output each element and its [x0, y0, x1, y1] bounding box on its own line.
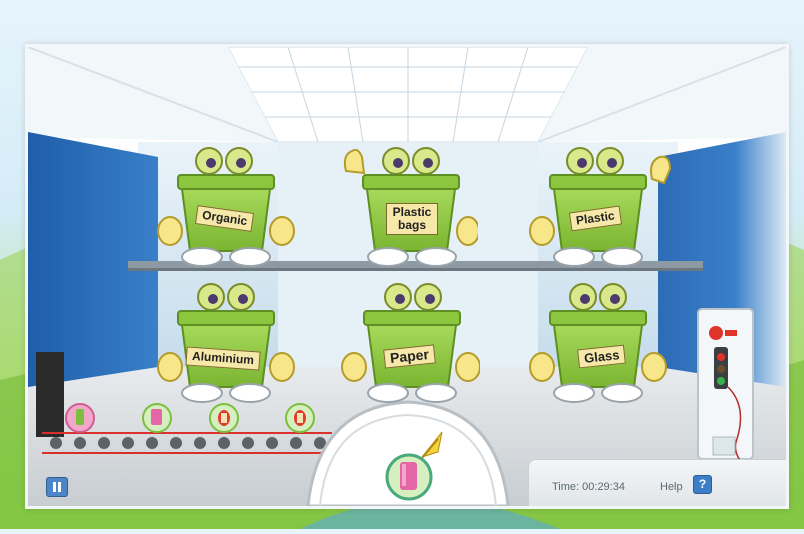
- apple-core-item-icon[interactable]: [209, 403, 239, 433]
- pause-icon: [53, 482, 56, 492]
- pause-icon: [58, 482, 61, 492]
- bin-plastic-bags[interactable]: Plastic bags: [338, 143, 480, 268]
- help-button[interactable]: ?: [693, 475, 712, 494]
- bottle-item-icon[interactable]: [65, 403, 95, 433]
- belt-rail-top: [42, 432, 332, 434]
- apple-core-item-icon[interactable]: [285, 403, 315, 433]
- belt-rail-bottom: [42, 452, 332, 454]
- bin-plastic[interactable]: Plastic: [528, 143, 678, 268]
- time-display: Time: 00:29:34: [552, 481, 625, 493]
- bin-character-art: [157, 283, 295, 403]
- pink-can-icon[interactable]: [385, 453, 433, 501]
- bin-organic[interactable]: Organic: [156, 143, 296, 268]
- bin-character-art: [529, 283, 667, 403]
- bin-character-art: [529, 147, 672, 267]
- sorting-room-scene: [28, 47, 786, 506]
- pause-button[interactable]: [46, 477, 68, 497]
- waving-hand-icon: [343, 148, 366, 175]
- can-item-icon[interactable]: [142, 403, 172, 433]
- bin-character-art: [157, 147, 295, 267]
- bin-character-art: [341, 283, 481, 403]
- bin-label: Plastic bags: [386, 203, 438, 235]
- bin-aluminium[interactable]: Aluminium: [156, 279, 296, 404]
- bin-glass[interactable]: Glass: [528, 279, 668, 404]
- game-frame: Organic Plastic bags Plastic Aluminium P…: [25, 44, 789, 509]
- waving-hand-icon: [650, 155, 672, 185]
- bin-paper[interactable]: Paper: [340, 279, 481, 404]
- help-label[interactable]: Help: [660, 481, 683, 493]
